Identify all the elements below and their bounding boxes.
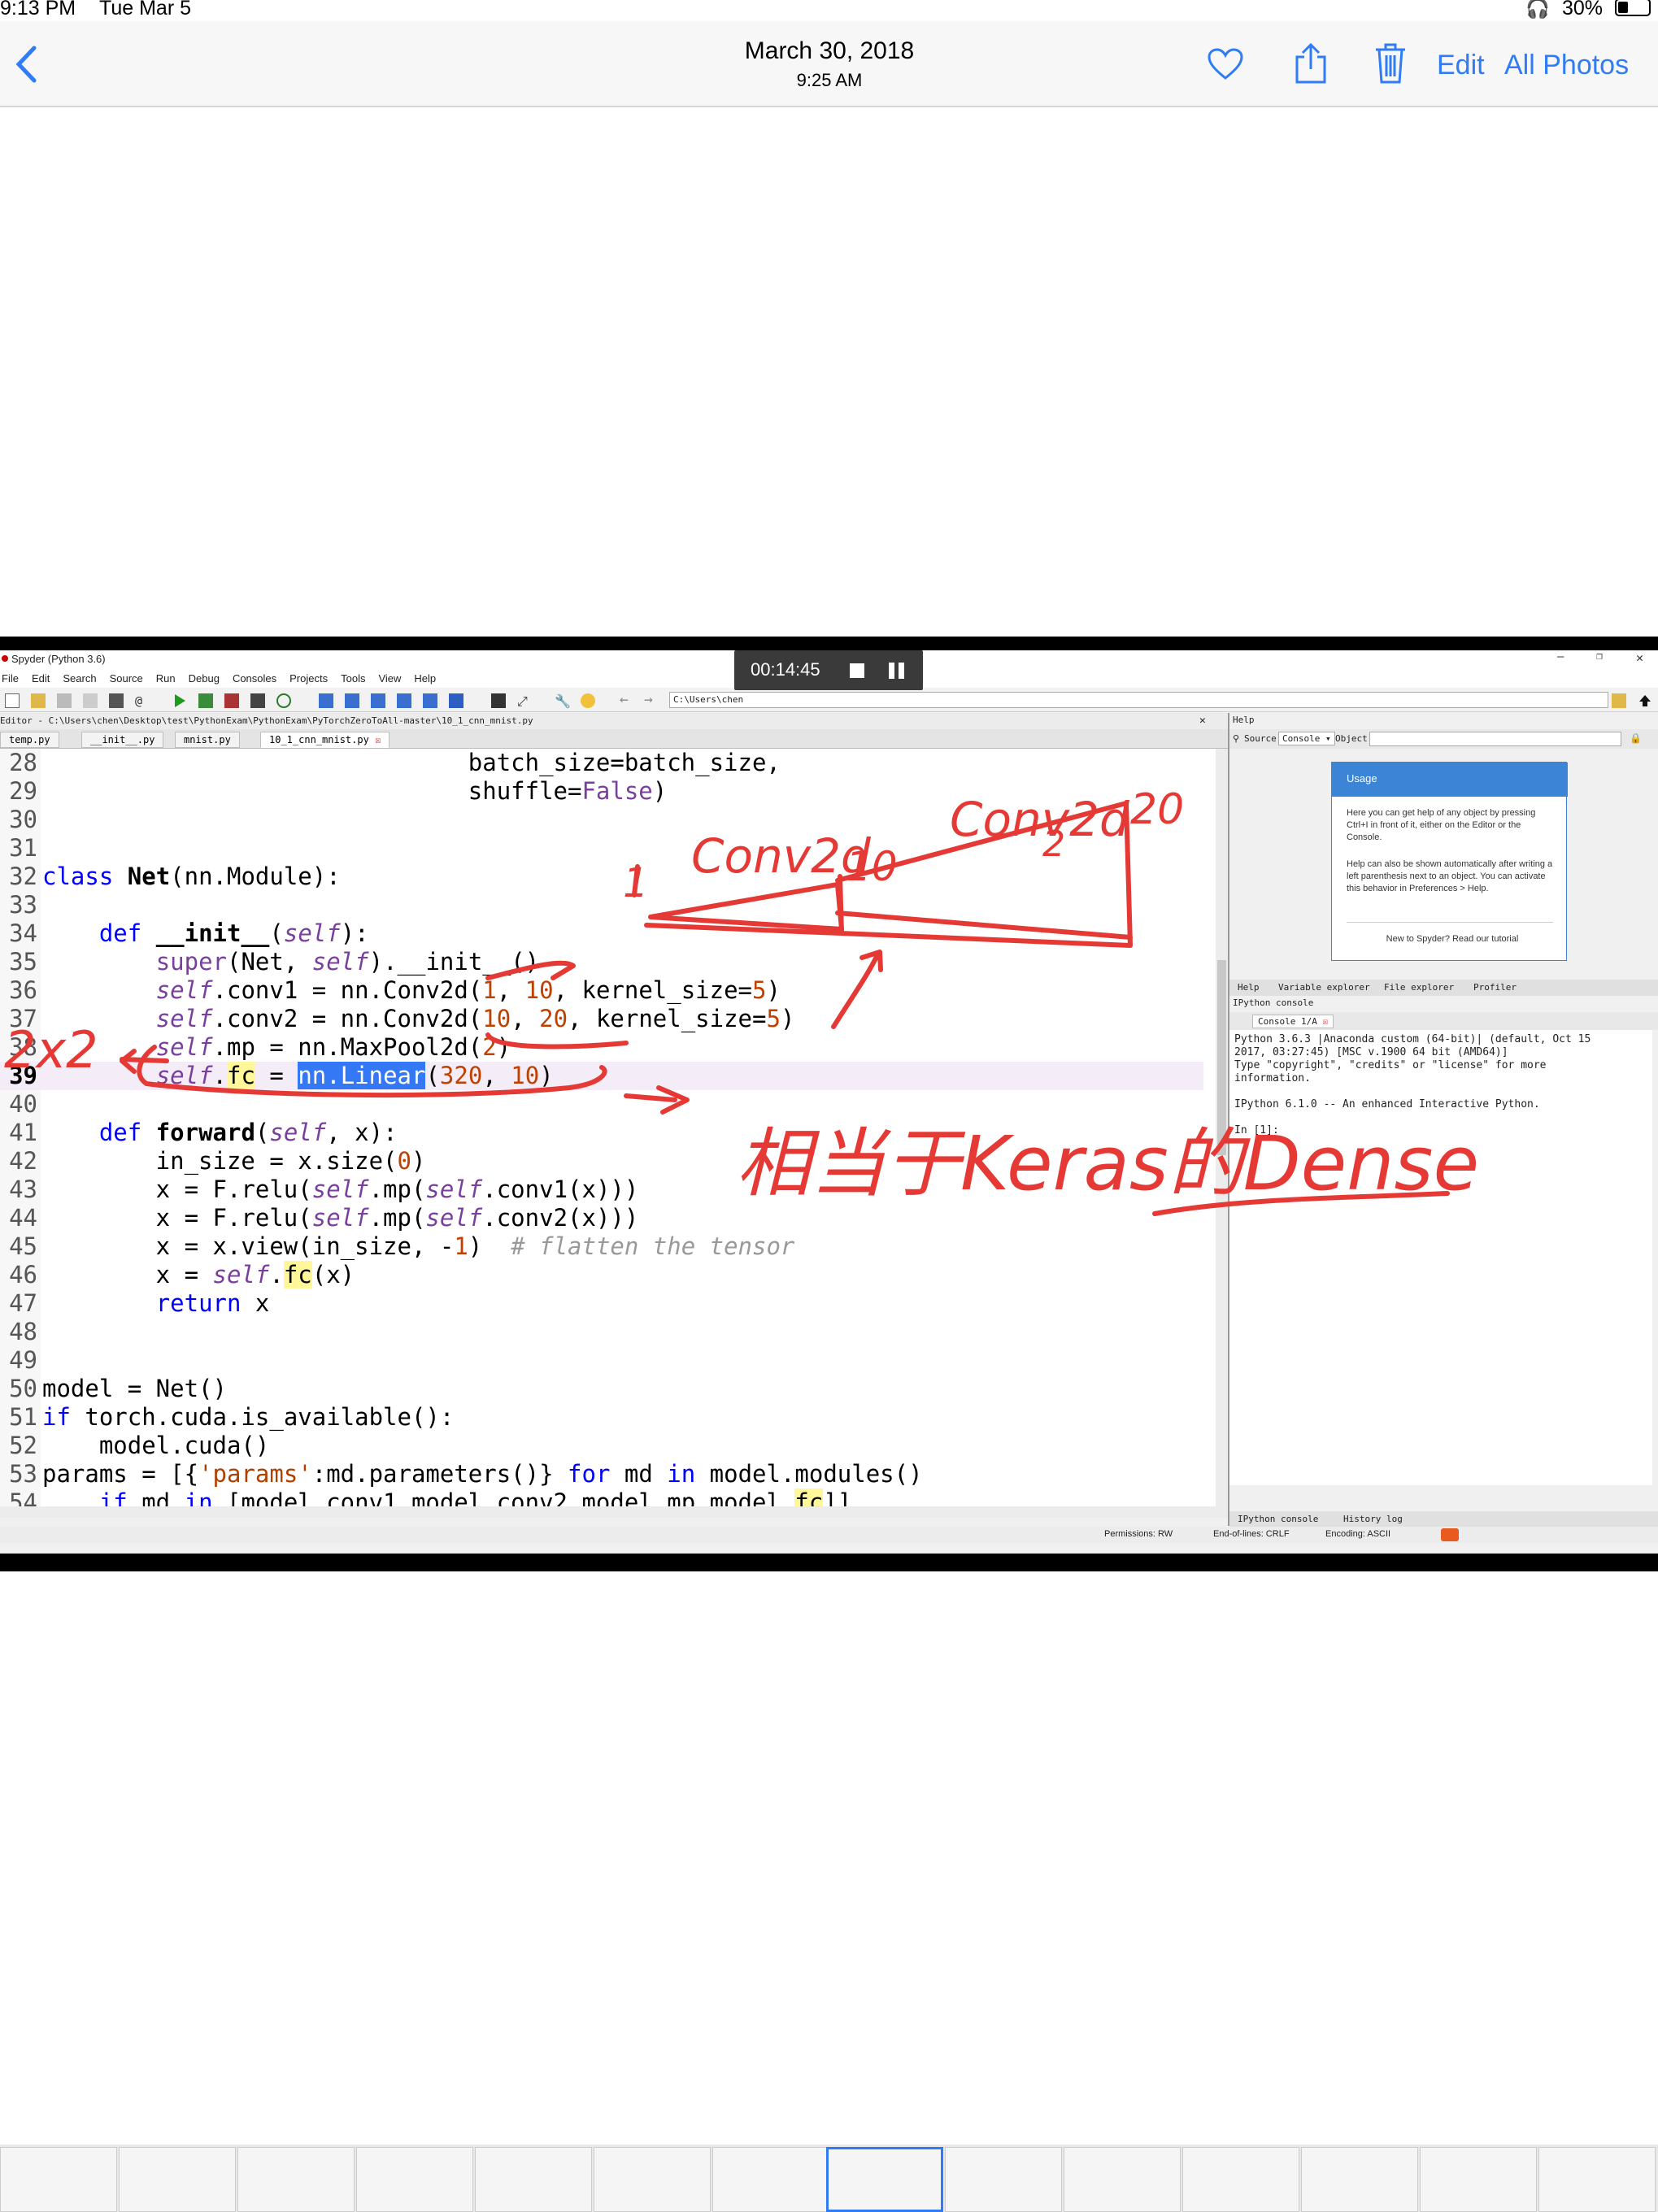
filmstrip-thumbnail[interactable]: [594, 2147, 711, 2212]
handwritten-annotations: Conv2d 1 10 Conv2d 2 20 2x2 相当于Keras的Den…: [4, 785, 1479, 1216]
annotation-stroke: [485, 960, 576, 980]
heart-icon[interactable]: [1207, 47, 1244, 81]
filmstrip-thumbnail[interactable]: [119, 2147, 236, 2212]
annotation-conv2d-1: Conv2d: [691, 828, 872, 884]
trash-icon[interactable]: [1374, 42, 1407, 85]
headphones-icon: 🎧: [1525, 0, 1550, 20]
annotation-stroke: [831, 950, 883, 1029]
annotation-twenty: 20: [1130, 785, 1184, 834]
filmstrip-thumbnail[interactable]: [1064, 2147, 1181, 2212]
all-photos-button[interactable]: All Photos: [1504, 50, 1629, 81]
status-bar: 9:13 PM Tue Mar 5 🎧 30%: [0, 0, 1658, 21]
photo-time: 9:25 AM: [796, 70, 863, 90]
filmstrip-thumbnail[interactable]: [1301, 2147, 1418, 2212]
annotation-two: 2: [1042, 824, 1065, 865]
filmstrip-thumbnail[interactable]: [237, 2147, 355, 2212]
share-icon[interactable]: [1293, 42, 1329, 85]
filmstrip-thumbnail[interactable]: [356, 2147, 473, 2212]
annotation-2x2: 2x2: [4, 1020, 98, 1080]
filmstrip-thumbnail[interactable]: [1420, 2147, 1537, 2212]
filmstrip-thumbnail[interactable]: [0, 2147, 117, 2212]
annotation-one: 1: [623, 859, 649, 906]
filmstrip-thumbnail[interactable]: [945, 2147, 1062, 2212]
filmstrip-thumbnail[interactable]: [712, 2147, 829, 2212]
annotation-conv2d-2: Conv2d: [950, 792, 1130, 847]
photo-filmstrip[interactable]: [0, 2145, 1658, 2212]
photo-date: March 30, 2018: [744, 37, 915, 64]
edit-button[interactable]: Edit: [1437, 50, 1485, 81]
status-date: Tue Mar 5: [99, 0, 192, 20]
annotation-stroke: [485, 1032, 629, 1050]
video-frame: Spyder (Python 3.6) – ❐ ✕ File Edit Search…: [0, 637, 1658, 1571]
annotation-stroke: [137, 1045, 607, 1098]
annotation-stroke: [838, 874, 844, 936]
filmstrip-thumbnail[interactable]: [1538, 2147, 1656, 2212]
filmstrip-thumbnail-current[interactable]: [826, 2147, 943, 2212]
status-time: 9:13 PM: [0, 0, 76, 20]
filmstrip-thumbnail[interactable]: [1182, 2147, 1299, 2212]
back-chevron-icon[interactable]: [15, 46, 37, 83]
annotation-ten: 10: [846, 843, 898, 890]
filmstrip-thumbnail[interactable]: [475, 2147, 592, 2212]
photos-nav-bar: March 30, 2018 9:25 AM Edit All Photos: [0, 21, 1658, 107]
annotation-stroke: [624, 1085, 690, 1115]
annotation-note: 相当于Keras的Dense: [736, 1120, 1479, 1207]
battery-icon: [1615, 0, 1651, 16]
battery-percent: 30%: [1562, 0, 1604, 20]
